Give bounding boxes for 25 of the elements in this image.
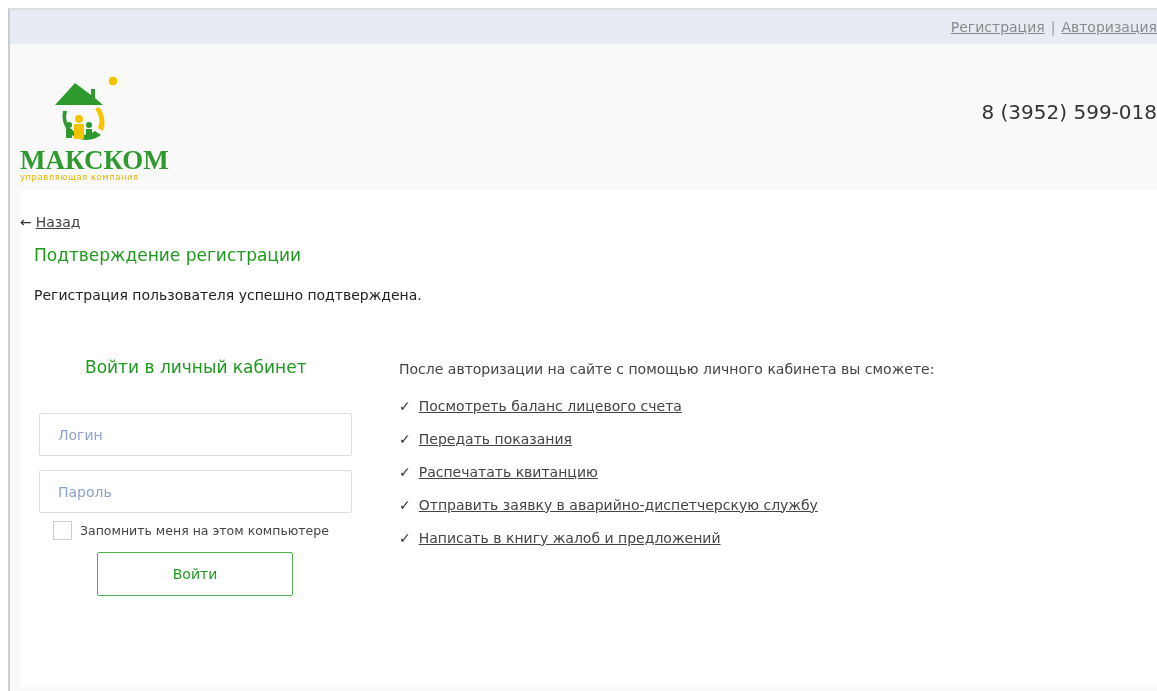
feature-link[interactable]: Распечатать квитанцию	[418, 463, 598, 480]
feature-link[interactable]: Передать показания	[418, 430, 572, 447]
password-field[interactable]: Пароль	[39, 470, 352, 513]
remember-label: Запомнить меня на этом компьютере	[80, 523, 329, 538]
success-message: Регистрация пользователя успешно подтверждена.	[34, 287, 423, 303]
login-title: Войти в личный кабинет	[85, 357, 307, 377]
check-mark: ✓	[399, 496, 411, 513]
page-title: Подтверждение регистрации	[34, 245, 303, 265]
check-mark: ✓	[399, 529, 411, 546]
login-button[interactable]: Войти	[97, 552, 293, 596]
remember-checkbox[interactable]	[53, 521, 72, 540]
check-mark: ✓	[399, 397, 411, 414]
feature-link[interactable]: Отправить заявку в аварийно-диспетчерскую службу	[418, 496, 818, 513]
back-link[interactable]: Назад	[35, 214, 81, 230]
back-arrow: ←	[20, 214, 32, 230]
feature-link[interactable]: Посмотреть баланс лицевого счета	[418, 397, 682, 414]
login-field[interactable]: Логин	[39, 413, 352, 456]
logo-wordmark: МАКСКОМ	[20, 146, 169, 173]
check-mark: ✓	[399, 430, 411, 447]
logo-tagline: управляющая компания	[20, 172, 139, 182]
separator: |	[1050, 19, 1056, 35]
check-mark: ✓	[399, 463, 411, 480]
phone-number: 8 (3952) 599-018	[981, 100, 1157, 124]
features-intro: После авторизации на сайте с помощью личного кабинета вы сможете:	[399, 361, 935, 377]
feature-link[interactable]: Написать в книгу жалоб и предложений	[418, 529, 721, 546]
